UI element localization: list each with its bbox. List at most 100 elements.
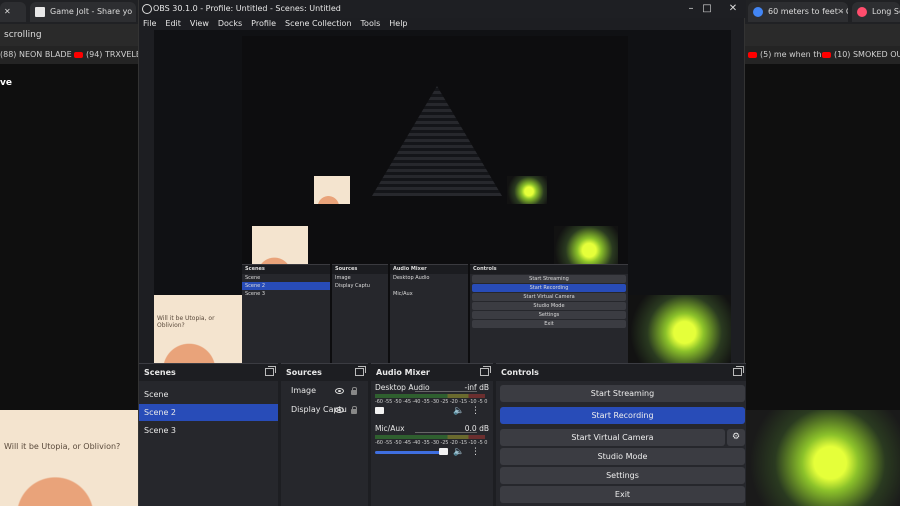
obs-titlebar: OBS 30.1.0 - Profile: Untitled - Scenes:…	[139, 0, 746, 18]
maximize-icon[interactable]: □	[695, 0, 719, 18]
menu-view[interactable]: View	[190, 18, 209, 30]
nested-scenes-dock: Scenes Scene Scene 2 Scene 3	[242, 264, 330, 363]
nested-scene-item: Scene 3	[245, 291, 266, 297]
source-item[interactable]: Image	[281, 383, 368, 399]
volume-meter	[375, 394, 485, 398]
close-icon[interactable]: ✕	[837, 2, 844, 22]
virtual-camera-settings-gear-icon[interactable]: ⚙	[727, 429, 745, 446]
more-options-icon[interactable]: ⋮	[471, 406, 480, 416]
browser-tab-label: 60 meters to feet - G	[768, 7, 848, 16]
nested-dock-title: Controls	[470, 265, 628, 274]
audio-mixer-header: Audio Mixer	[371, 364, 493, 381]
nested-control-button: Start Streaming	[472, 275, 626, 283]
nested-control-button: Studio Mode	[472, 302, 626, 310]
source-label: Image	[291, 386, 317, 395]
nested-scene-item: Scene	[245, 275, 261, 281]
address-text: scrolling	[4, 30, 42, 40]
speaker-icon[interactable]: 🔈	[453, 406, 464, 416]
meter-divider	[415, 432, 477, 433]
close-icon[interactable]: ✕	[721, 0, 745, 18]
scene-item[interactable]: Scene 3	[139, 422, 278, 439]
menu-help[interactable]: Help	[389, 18, 407, 30]
sources-dock-header: Sources	[281, 364, 368, 381]
bookmark-item[interactable]: (10) SMOKED OUT	[822, 46, 900, 64]
browser-tab-close-partial[interactable]: ✕	[0, 2, 26, 22]
controls-dock: Controls Start Streaming Start Recording…	[496, 363, 746, 506]
scenes-dock: Scenes Scene Scene 2 Scene 3	[139, 363, 278, 506]
scene-item-selected[interactable]: Scene 2	[139, 404, 278, 421]
youtube-icon	[74, 51, 83, 58]
nested-control-button: Exit	[472, 320, 626, 328]
bookmark-item[interactable]: (5) me when the	[748, 46, 826, 64]
settings-button[interactable]: Settings	[500, 467, 745, 484]
thumbnail-caption: Will it be Utopia, or Oblivion?	[4, 442, 121, 451]
nested-thumbnail	[314, 176, 350, 204]
preview-canvas[interactable]: Will it be Utopia, or Oblivion? Scenes S…	[154, 30, 731, 363]
nested-thumbnail: Will it be Utopia, or Oblivion?	[154, 295, 242, 363]
start-recording-button[interactable]: Start Recording	[500, 407, 745, 424]
source-item[interactable]: Display Captu	[281, 402, 368, 418]
volume-slider-track[interactable]	[375, 451, 447, 454]
mixer-channel-desktop: Desktop Audio -inf dB -60 -55 -50 -45 -4…	[371, 381, 493, 422]
menu-bar: File Edit View Docks Profile Scene Colle…	[139, 18, 746, 30]
dock-title: Audio Mixer	[376, 368, 430, 377]
bookmark-label: (5) me when the	[760, 50, 827, 59]
nested-thumbnail-green	[628, 295, 731, 363]
lock-icon[interactable]	[351, 406, 357, 414]
eye-icon[interactable]	[335, 388, 344, 394]
heart-icon	[857, 7, 867, 17]
scenes-dock-header: Scenes	[139, 364, 278, 381]
meter-scale: -60 -55 -50 -45 -40 -35 -30 -25 -20 -15 …	[375, 399, 488, 405]
undock-icon[interactable]	[733, 366, 744, 376]
youtube-icon	[822, 51, 831, 58]
nested-control-button: Settings	[472, 311, 626, 319]
menu-scene-collection[interactable]: Scene Collection	[285, 18, 352, 30]
studio-mode-button[interactable]: Studio Mode	[500, 448, 745, 465]
scene-item[interactable]: Scene	[139, 386, 278, 403]
nested-source-item: Image	[335, 275, 351, 281]
nested-dock-title: Scenes	[242, 265, 330, 274]
menu-edit[interactable]: Edit	[165, 18, 181, 30]
youtube-icon	[748, 51, 757, 58]
video-thumbnail[interactable]: Will it be Utopia, or Oblivion?	[0, 410, 138, 506]
nested-mixer-dock: Audio Mixer Desktop Audio Mic/Aux	[390, 264, 468, 363]
eye-icon[interactable]	[335, 407, 344, 413]
nested-dock-title: Sources	[332, 265, 388, 274]
browser-tab-gamejolt[interactable]: Game Jolt - Share yo	[30, 2, 136, 22]
google-icon	[753, 7, 763, 17]
undock-icon[interactable]	[480, 366, 491, 376]
mixer-channel-mic: Mic/Aux 0.0 dB -60 -55 -50 -45 -40 -35 -…	[371, 422, 493, 463]
bookmark-label: (10) SMOKED OUT	[834, 50, 900, 59]
sources-dock: Sources Image Display Captu	[281, 363, 368, 506]
nested-mixer-channel: Desktop Audio	[393, 275, 430, 281]
start-streaming-button[interactable]: Start Streaming	[500, 385, 745, 402]
nested-dock-title: Audio Mixer	[390, 265, 468, 274]
obs-window: OBS 30.1.0 - Profile: Untitled - Scenes:…	[138, 0, 746, 506]
nested-thumbnail-green	[507, 176, 547, 204]
volume-slider-handle[interactable]	[375, 407, 384, 414]
audio-mixer-dock: Audio Mixer Desktop Audio -inf dB -60 -5…	[371, 363, 493, 506]
menu-profile[interactable]: Profile	[251, 18, 276, 30]
menu-tools[interactable]: Tools	[361, 18, 381, 30]
nested-source-item: Display Captu	[335, 283, 370, 289]
bookmark-item[interactable]: (88) NEON BLADE ...	[0, 46, 82, 64]
menu-docks[interactable]: Docks	[218, 18, 242, 30]
dock-title: Scenes	[144, 368, 176, 377]
obs-logo-icon	[142, 4, 152, 14]
lock-icon[interactable]	[351, 387, 357, 395]
browser-tab-long-scroll[interactable]: Long Scroll	[852, 2, 900, 22]
speaker-icon[interactable]: 🔈	[453, 447, 464, 457]
browser-tab-google[interactable]: 60 meters to feet - G ✕	[748, 2, 848, 22]
dock-title: Controls	[501, 368, 539, 377]
video-thumbnail-green[interactable]	[745, 410, 900, 506]
window-title: OBS 30.1.0 - Profile: Untitled - Scenes:…	[153, 4, 341, 13]
volume-slider-handle[interactable]	[439, 448, 448, 455]
menu-file[interactable]: File	[143, 18, 156, 30]
undock-icon[interactable]	[265, 366, 276, 376]
more-options-icon[interactable]: ⋮	[471, 447, 480, 457]
exit-button[interactable]: Exit	[500, 486, 745, 503]
start-virtual-camera-button[interactable]: Start Virtual Camera	[500, 429, 725, 446]
undock-icon[interactable]	[355, 366, 366, 376]
nested-obs-window: Scenes Scene Scene 2 Scene 3 Sources Ima…	[242, 36, 628, 363]
browser-tab-label: Game Jolt - Share yo	[50, 7, 133, 16]
